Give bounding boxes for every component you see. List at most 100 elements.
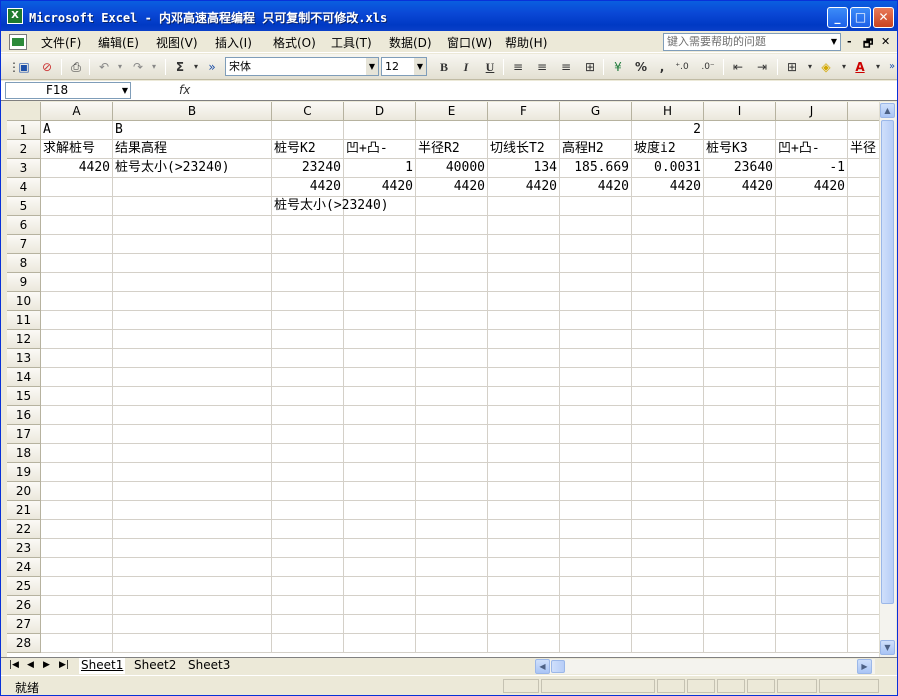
- cell-h6[interactable]: [632, 216, 704, 235]
- cell-f28[interactable]: [488, 634, 560, 653]
- cell-a26[interactable]: [41, 596, 113, 615]
- row-header-9[interactable]: 9: [7, 273, 41, 292]
- fill-color-icon[interactable]: ◈: [817, 58, 835, 76]
- cell-g1[interactable]: [560, 121, 632, 140]
- cell-k5[interactable]: [848, 197, 879, 216]
- cell-j27[interactable]: [776, 615, 848, 634]
- permission-icon[interactable]: ⊘: [38, 58, 56, 76]
- minimize-button[interactable]: _: [827, 7, 848, 28]
- cell-b23[interactable]: [113, 539, 272, 558]
- save-icon[interactable]: ▣: [15, 58, 33, 76]
- increase-decimal-icon[interactable]: ⁺.0: [673, 58, 691, 76]
- cell-e26[interactable]: [416, 596, 488, 615]
- cell-e9[interactable]: [416, 273, 488, 292]
- cell-g8[interactable]: [560, 254, 632, 273]
- chevron-down-icon[interactable]: ▼: [414, 58, 426, 75]
- cell-b10[interactable]: [113, 292, 272, 311]
- cell-c4[interactable]: 4420: [272, 178, 344, 197]
- cell-j12[interactable]: [776, 330, 848, 349]
- cell-e16[interactable]: [416, 406, 488, 425]
- column-header-e[interactable]: E: [416, 102, 488, 121]
- cell-c24[interactable]: [272, 558, 344, 577]
- column-header-i[interactable]: I: [704, 102, 776, 121]
- cell-a1[interactable]: A: [41, 121, 113, 140]
- worksheet-grid[interactable]: A B C D E F G H I J 1 A B 2 2 求解桩号 结果高程 桩号K2 凹+凸- 半径R2 切线长T2…: [7, 102, 879, 657]
- cell-b4[interactable]: [113, 178, 272, 197]
- close-button[interactable]: ✕: [873, 7, 894, 28]
- cell-j25[interactable]: [776, 577, 848, 596]
- cell-j6[interactable]: [776, 216, 848, 235]
- title-bar[interactable]: X Microsoft Excel - 内邓高速高程编程 只可复制不可修改.xl…: [1, 1, 897, 31]
- row-header-22[interactable]: 22: [7, 520, 41, 539]
- cell-a17[interactable]: [41, 425, 113, 444]
- cell-c17[interactable]: [272, 425, 344, 444]
- cell-i10[interactable]: [704, 292, 776, 311]
- cell-a5[interactable]: [41, 197, 113, 216]
- cell-g9[interactable]: [560, 273, 632, 292]
- cell-d16[interactable]: [344, 406, 416, 425]
- cell-g10[interactable]: [560, 292, 632, 311]
- borders-icon[interactable]: ⊞: [783, 58, 801, 76]
- cell-f4[interactable]: 4420: [488, 178, 560, 197]
- cell-g14[interactable]: [560, 368, 632, 387]
- cell-h17[interactable]: [632, 425, 704, 444]
- cell-g16[interactable]: [560, 406, 632, 425]
- cell-e2[interactable]: 半径R2: [416, 140, 488, 159]
- cell-a16[interactable]: [41, 406, 113, 425]
- font-size-select[interactable]: 12 ▼: [381, 57, 427, 76]
- cell-g5[interactable]: [560, 197, 632, 216]
- cell-b7[interactable]: [113, 235, 272, 254]
- menu-edit[interactable]: 编辑(E): [98, 34, 139, 51]
- cell-f26[interactable]: [488, 596, 560, 615]
- row-header-16[interactable]: 16: [7, 406, 41, 425]
- cell-a25[interactable]: [41, 577, 113, 596]
- cell-a23[interactable]: [41, 539, 113, 558]
- cell-k8[interactable]: [848, 254, 879, 273]
- cell-e25[interactable]: [416, 577, 488, 596]
- cell-c22[interactable]: [272, 520, 344, 539]
- cell-a10[interactable]: [41, 292, 113, 311]
- cell-e18[interactable]: [416, 444, 488, 463]
- cell-h16[interactable]: [632, 406, 704, 425]
- cell-h8[interactable]: [632, 254, 704, 273]
- cell-e13[interactable]: [416, 349, 488, 368]
- cell-d10[interactable]: [344, 292, 416, 311]
- row-header-19[interactable]: 19: [7, 463, 41, 482]
- cell-h2[interactable]: 坡度i2: [632, 140, 704, 159]
- cell-b9[interactable]: [113, 273, 272, 292]
- column-header-a[interactable]: A: [41, 102, 113, 121]
- cell-i21[interactable]: [704, 501, 776, 520]
- cell-a8[interactable]: [41, 254, 113, 273]
- cell-h23[interactable]: [632, 539, 704, 558]
- row-header-10[interactable]: 10: [7, 292, 41, 311]
- row-header-28[interactable]: 28: [7, 634, 41, 653]
- cell-f12[interactable]: [488, 330, 560, 349]
- cell-j19[interactable]: [776, 463, 848, 482]
- cell-k25[interactable]: [848, 577, 879, 596]
- align-center-icon[interactable]: ≡: [533, 58, 551, 76]
- row-header-24[interactable]: 24: [7, 558, 41, 577]
- cell-e23[interactable]: [416, 539, 488, 558]
- cell-j4[interactable]: 4420: [776, 178, 848, 197]
- cell-c1[interactable]: [272, 121, 344, 140]
- cell-e12[interactable]: [416, 330, 488, 349]
- cell-k24[interactable]: [848, 558, 879, 577]
- cell-k19[interactable]: [848, 463, 879, 482]
- cell-g19[interactable]: [560, 463, 632, 482]
- cell-a3[interactable]: 4420: [41, 159, 113, 178]
- cell-i6[interactable]: [704, 216, 776, 235]
- cell-j3[interactable]: -1: [776, 159, 848, 178]
- cell-d18[interactable]: [344, 444, 416, 463]
- cell-g15[interactable]: [560, 387, 632, 406]
- row-header-4[interactable]: 4: [7, 178, 41, 197]
- row-header-27[interactable]: 27: [7, 615, 41, 634]
- cell-g4[interactable]: 4420: [560, 178, 632, 197]
- cell-c21[interactable]: [272, 501, 344, 520]
- cell-b22[interactable]: [113, 520, 272, 539]
- cell-g13[interactable]: [560, 349, 632, 368]
- cell-e6[interactable]: [416, 216, 488, 235]
- cell-f18[interactable]: [488, 444, 560, 463]
- cell-k15[interactable]: [848, 387, 879, 406]
- cell-j7[interactable]: [776, 235, 848, 254]
- cell-e5[interactable]: [416, 197, 488, 216]
